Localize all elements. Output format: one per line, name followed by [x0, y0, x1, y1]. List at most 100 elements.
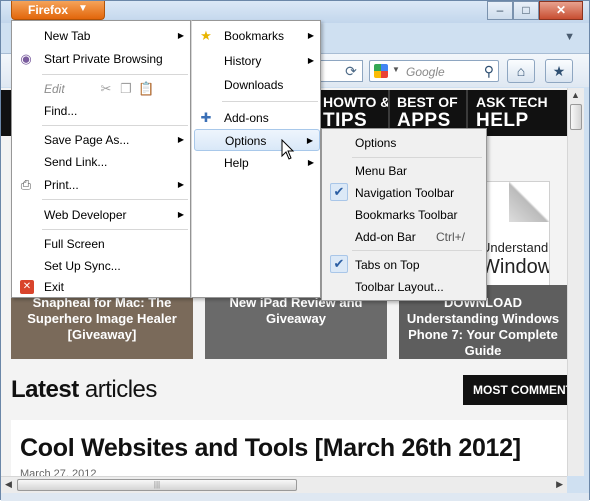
menu-item-label: Start Private Browsing	[44, 52, 163, 66]
menu-separator	[352, 157, 482, 158]
vertical-scrollbar[interactable]: ▲	[567, 88, 584, 476]
browser-window: Firefox ▼ – □ ✕ ▼ ⟳ ▼ Google ⚲ ⌂ ★ HOWTO…	[0, 0, 590, 501]
article-title[interactable]: Cool Websites and Tools [March 26th 2012…	[20, 434, 521, 463]
menu-item-edit: Edit ✂ ❐ 📋	[14, 78, 190, 100]
menu-item-options[interactable]: Options ▶	[194, 129, 320, 151]
star-icon: ★	[200, 28, 212, 43]
maximize-button[interactable]: □	[513, 1, 539, 20]
article-entry: Cool Websites and Tools [March 26th 2012…	[11, 420, 567, 476]
menu-item-label: Add-ons	[224, 111, 269, 125]
nav-item-line1: HOWTO &	[323, 94, 391, 110]
menu-item-label: Toolbar Layout...	[355, 280, 444, 294]
firefox-button-label: Firefox	[28, 3, 69, 17]
menu-item-label: Save Page As...	[44, 133, 130, 147]
scroll-up-icon[interactable]: ▲	[571, 90, 580, 100]
menu-item-history[interactable]: History ▶	[194, 50, 320, 72]
menu-item-exit[interactable]: ✕ Exit	[14, 276, 190, 298]
menu-item-label: Bookmarks Toolbar	[355, 208, 458, 222]
menu-item-tabs-on-top[interactable]: ✔ Tabs on Top	[324, 254, 484, 276]
menu-item-label: Exit	[44, 280, 65, 294]
nav-item-howto[interactable]: HOWTO & TIPS	[323, 94, 390, 132]
submenu-arrow-icon: ▶	[177, 210, 184, 219]
menu-item-navigation-toolbar[interactable]: ✔ Navigation Toolbar	[324, 182, 484, 204]
submenu-arrow-icon: ▶	[307, 158, 314, 167]
firefox-menu-button[interactable]: Firefox ▼	[11, 1, 105, 20]
menu-separator	[42, 199, 188, 200]
menu-item-label: Set Up Sync...	[44, 259, 121, 273]
menu-separator	[222, 101, 318, 102]
tab-list-icon[interactable]: ▼	[564, 31, 575, 43]
cut-icon: ✂	[100, 81, 112, 96]
scroll-thumb[interactable]: |||	[17, 479, 297, 491]
google-icon[interactable]	[374, 64, 388, 78]
menu-item-downloads[interactable]: Downloads	[194, 74, 320, 96]
latest-articles-heading: Latest articles	[11, 376, 157, 404]
reload-icon[interactable]: ⟳	[343, 63, 359, 79]
scroll-right-icon[interactable]: ▶	[556, 479, 563, 490]
menu-item-label: New Tab	[44, 29, 91, 43]
latest-bold: Latest	[11, 376, 79, 403]
mouse-cursor-icon	[281, 139, 295, 160]
shortcut-label: Ctrl+/	[436, 230, 466, 244]
nav-item-line1: ASK TECH	[476, 94, 548, 110]
menu-item-addons[interactable]: ✚ Add-ons	[194, 107, 320, 129]
card-title: DOWNLOAD Understanding Windows Phone 7: …	[406, 295, 560, 358]
search-engine-dropdown-icon[interactable]: ▼	[392, 65, 400, 74]
most-commented-tab[interactable]: MOST COMMENT	[463, 375, 567, 405]
ebook-cover[interactable]: Understanding Windows Phone 7	[478, 181, 550, 291]
menu-item-save-page[interactable]: Save Page As... ▶	[14, 129, 190, 151]
card-title: Snapheal for Mac: The Superhero Image He…	[27, 295, 177, 342]
menu-item-full-screen[interactable]: Full Screen	[14, 233, 190, 255]
minimize-button[interactable]: –	[487, 1, 513, 20]
menu-item-label: History	[224, 54, 262, 68]
menu-item-label: Options	[355, 136, 397, 150]
search-placeholder: Google	[406, 65, 445, 79]
ebook-title-line1: Understanding	[481, 240, 549, 255]
menu-item-label: Navigation Toolbar	[355, 186, 455, 200]
bookmarks-button[interactable]: ★	[545, 59, 573, 83]
menu-item-bookmarks-toolbar[interactable]: Bookmarks Toolbar	[324, 204, 484, 226]
submenu-arrow-icon: ▶	[177, 180, 184, 189]
menu-separator	[352, 250, 482, 251]
search-icon[interactable]: ⚲	[484, 63, 494, 80]
menu-item-send-link[interactable]: Send Link...	[14, 151, 190, 173]
menu-item-find[interactable]: Find...	[14, 100, 190, 122]
submenu-arrow-icon: ▶	[306, 136, 313, 145]
menu-item-label: Downloads	[224, 78, 284, 92]
nav-item-ask-tech[interactable]: ASK TECH HELP	[476, 94, 548, 132]
menu-separator	[42, 229, 188, 230]
checkmark-icon: ✔	[330, 183, 348, 201]
menu-item-addon-bar[interactable]: Add-on Bar Ctrl+/	[324, 226, 484, 248]
menu-item-label: Find...	[44, 104, 78, 118]
menu-item-new-tab[interactable]: New Tab ▶	[14, 25, 190, 47]
menu-item-sync[interactable]: Set Up Sync...	[14, 255, 190, 277]
paste-icon: 📋	[138, 81, 155, 96]
menu-item-web-developer[interactable]: Web Developer ▶	[14, 204, 190, 226]
menu-item-toolbar-layout[interactable]: Toolbar Layout...	[324, 276, 484, 298]
private-browsing-icon: ◉	[20, 51, 32, 66]
home-button[interactable]: ⌂	[507, 59, 535, 83]
close-button[interactable]: ✕	[539, 1, 583, 20]
menu-item-print[interactable]: ⎙ Print... ▶	[14, 174, 190, 196]
menu-item-options-dialog[interactable]: Options	[324, 132, 484, 154]
options-submenu: Options Menu Bar ✔ Navigation Toolbar Bo…	[321, 128, 487, 301]
copy-icon: ❐	[120, 81, 132, 96]
scroll-thumb[interactable]	[570, 104, 582, 130]
nav-item-best-of[interactable]: BEST OF APPS	[397, 94, 458, 132]
menu-item-help[interactable]: Help ▶	[194, 152, 320, 174]
submenu-arrow-icon: ▶	[307, 31, 314, 40]
search-box[interactable]: ▼ Google ⚲	[369, 60, 499, 82]
menu-item-label: Send Link...	[44, 155, 108, 169]
article-date: March 27, 2012	[20, 468, 97, 476]
menu-item-label: Full Screen	[44, 237, 105, 251]
ebook-title-line2: Windows Phone 7	[481, 256, 549, 278]
horizontal-scrollbar[interactable]: ◀ ||| ▶	[1, 476, 567, 493]
menu-item-private-browsing[interactable]: ◉ Start Private Browsing	[14, 48, 190, 70]
checkmark-icon: ✔	[330, 255, 348, 273]
menu-item-menu-bar[interactable]: Menu Bar	[324, 160, 484, 182]
scroll-left-icon[interactable]: ◀	[5, 479, 12, 490]
menu-item-bookmarks[interactable]: ★ Bookmarks ▶	[194, 25, 320, 47]
latest-rest: articles	[78, 376, 158, 403]
menu-item-label: Add-on Bar	[355, 230, 416, 244]
menu-item-label: Web Developer	[44, 208, 127, 222]
